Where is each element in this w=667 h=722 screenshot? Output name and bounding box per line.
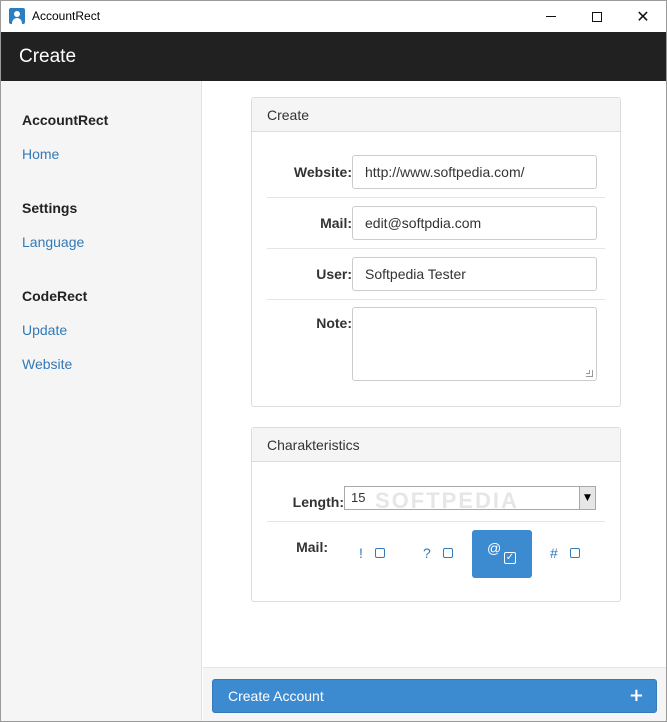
sidebar-heading-settings: Settings [22, 200, 78, 216]
close-icon: ✕ [636, 6, 650, 26]
close-button[interactable]: ✕ [620, 1, 666, 32]
sidebar-link-home[interactable]: Home [22, 146, 59, 162]
create-panel-title: Create [252, 98, 620, 132]
create-account-label: Create Account [228, 688, 324, 704]
page-header: Create [1, 32, 666, 81]
sidebar-link-update[interactable]: Update [22, 322, 67, 338]
website-row: Website: [267, 148, 605, 198]
option-exclamation-symbol: ! [359, 545, 363, 561]
website-input[interactable] [352, 155, 597, 189]
note-label: Note: [316, 315, 352, 331]
user-icon [9, 8, 25, 24]
mail-input[interactable] [352, 206, 597, 240]
option-exclamation-checkbox[interactable] [374, 548, 385, 558]
option-hash-checkbox[interactable] [569, 548, 580, 558]
title-bar: AccountRect ✕ [1, 1, 666, 32]
plus-icon: + [628, 685, 644, 706]
option-hash[interactable]: # [550, 545, 580, 561]
mail-row: Mail: [267, 198, 605, 249]
mail-chars-row: Mail: ! ? @ ✓ # [267, 530, 605, 580]
characteristics-panel: Charakteristics Length: 15 SOFTPEDIA ▼ M… [251, 427, 621, 602]
option-question[interactable]: ? [423, 545, 453, 561]
user-label: User: [316, 266, 352, 282]
maximize-icon [592, 11, 602, 22]
user-row: User: [267, 249, 605, 300]
option-at[interactable]: @ ✓ [472, 530, 532, 578]
sidebar: AccountRect Home Settings Language CodeR… [1, 81, 202, 721]
length-value: 15 [351, 490, 366, 505]
user-input[interactable] [352, 257, 597, 291]
minimize-button[interactable] [528, 1, 574, 32]
chevron-down-icon[interactable]: ▼ [579, 487, 595, 509]
length-select[interactable]: 15 SOFTPEDIA ▼ [344, 486, 596, 513]
characteristics-panel-title: Charakteristics [252, 428, 620, 462]
sidebar-link-language[interactable]: Language [22, 234, 84, 250]
length-row: Length: 15 SOFTPEDIA ▼ [267, 478, 605, 522]
footer-bar: Create Account + [203, 667, 666, 721]
watermark-logo: SOFTPEDIA [375, 488, 519, 513]
option-question-checkbox[interactable] [442, 548, 453, 558]
note-textarea[interactable] [352, 307, 597, 381]
mail-chars-label: Mail: [296, 539, 328, 555]
minimize-icon [546, 16, 556, 17]
sidebar-heading-coderect: CodeRect [22, 288, 88, 304]
website-label: Website: [293, 164, 352, 180]
main-content: Create Website: Mail: User: Note: Charak… [203, 81, 666, 667]
option-question-symbol: ? [423, 545, 431, 561]
note-row: Note: [267, 300, 605, 390]
resize-grip-icon[interactable] [586, 370, 593, 377]
sidebar-link-website[interactable]: Website [22, 356, 72, 372]
app-window: AccountRect ✕ Create AccountRect Home Se… [0, 0, 667, 722]
sidebar-heading-accountrect: AccountRect [22, 112, 109, 128]
maximize-button[interactable] [574, 1, 620, 32]
create-account-button[interactable]: Create Account + [212, 679, 657, 713]
mail-label: Mail: [320, 215, 352, 231]
option-at-checkbox-checked-icon[interactable]: ✓ [504, 552, 516, 564]
option-exclamation[interactable]: ! [359, 545, 385, 561]
create-panel: Create Website: Mail: User: Note: [251, 97, 621, 407]
option-at-symbol: @ [487, 540, 502, 556]
window-title: AccountRect [32, 9, 101, 23]
page-title: Create [19, 46, 77, 67]
option-hash-symbol: # [550, 545, 558, 561]
length-label: Length: [292, 494, 344, 510]
